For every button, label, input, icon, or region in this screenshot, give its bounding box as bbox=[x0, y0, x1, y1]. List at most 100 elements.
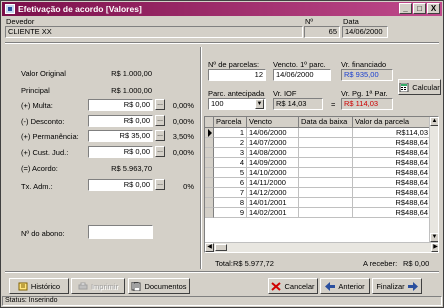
cancelar-button[interactable]: Cancelar bbox=[268, 278, 318, 294]
minimize-button[interactable]: _ bbox=[399, 3, 412, 14]
title-bar[interactable]: Efetivação de acordo [Valores] _ □ X bbox=[2, 2, 442, 16]
finalizar-button[interactable]: Finalizar bbox=[372, 278, 422, 294]
multa-ellipsis-button[interactable]: ... bbox=[155, 99, 165, 110]
grid-indicator-header bbox=[205, 117, 214, 128]
app-icon bbox=[5, 4, 15, 14]
permanencia-ellipsis-button[interactable]: ... bbox=[155, 130, 165, 141]
row-indicator bbox=[205, 158, 214, 168]
vencimento-field[interactable]: 14/06/2000 bbox=[273, 69, 331, 81]
table-row[interactable]: 8 14/01/2001 R$488,64 bbox=[205, 198, 437, 208]
scroll-thumb[interactable] bbox=[215, 244, 227, 251]
cell-parcela: 3 bbox=[214, 148, 247, 158]
table-row[interactable]: 4 14/09/2000 R$488,64 bbox=[205, 158, 437, 168]
permanencia-label: (+) Permanência: bbox=[21, 132, 79, 141]
maximize-button[interactable]: □ bbox=[413, 3, 426, 14]
cell-valor: R$114,03 bbox=[353, 128, 431, 138]
grid-header-vencto[interactable]: Vencto bbox=[247, 117, 299, 128]
historico-button[interactable]: Histórico bbox=[9, 278, 69, 294]
cell-vencto: 14/01/2001 bbox=[247, 198, 299, 208]
current-row-indicator-icon bbox=[205, 128, 214, 138]
txadm-field[interactable]: R$ 0,00 bbox=[88, 179, 153, 191]
permanencia-field[interactable]: R$ 35,00 bbox=[88, 130, 153, 142]
calculator-icon bbox=[399, 82, 409, 92]
cell-valor: R$488,64 bbox=[353, 208, 431, 218]
antecipada-dropdown-icon[interactable]: ▼ bbox=[255, 99, 264, 109]
numero-field: 65 bbox=[304, 26, 340, 38]
table-row[interactable]: 3 14/08/2000 R$488,64 bbox=[205, 148, 437, 158]
anterior-button[interactable]: Anterior bbox=[320, 278, 370, 294]
acordo-label: (=) Acordo: bbox=[21, 164, 58, 173]
table-row[interactable]: 2 14/07/2000 R$488,64 bbox=[205, 138, 437, 148]
grid-header-baixa[interactable]: Data da baixa bbox=[299, 117, 353, 128]
cell-vencto: 14/02/2001 bbox=[247, 208, 299, 218]
custjud-field[interactable]: R$ 0,00 bbox=[88, 146, 153, 158]
scroll-right-icon[interactable]: ▶ bbox=[431, 243, 438, 252]
data-label: Data bbox=[343, 17, 359, 26]
row-indicator bbox=[205, 198, 214, 208]
multa-field[interactable]: R$ 0,00 bbox=[88, 99, 153, 111]
scroll-up-icon[interactable]: ▲ bbox=[430, 117, 438, 126]
table-row[interactable]: 1 14/06/2000 R$114,03 bbox=[205, 128, 437, 138]
cell-parcela: 5 bbox=[214, 168, 247, 178]
financiado-label: Vr. financiado bbox=[341, 60, 387, 69]
documents-icon bbox=[131, 281, 141, 291]
receber-label: A receber: bbox=[363, 259, 398, 268]
imprimir-label: Imprimir bbox=[90, 281, 119, 291]
calcular-button[interactable]: Calcular bbox=[398, 79, 441, 95]
abono-field[interactable] bbox=[88, 225, 153, 239]
close-button[interactable]: X bbox=[427, 3, 440, 14]
scroll-down-icon[interactable]: ▼ bbox=[430, 233, 438, 242]
grid-horizontal-scrollbar[interactable]: ◀ ▶ bbox=[205, 242, 438, 252]
row-indicator bbox=[205, 208, 214, 218]
custjud-label: (+) Cust. Jud.: bbox=[21, 148, 69, 157]
cell-baixa bbox=[299, 168, 353, 178]
cell-parcela: 8 bbox=[214, 198, 247, 208]
table-row[interactable]: 7 14/12/2000 R$488,64 bbox=[205, 188, 437, 198]
imprimir-button[interactable]: Imprimir bbox=[71, 278, 125, 294]
historico-label: Histórico bbox=[30, 281, 61, 291]
grid-header-valor[interactable]: Valor da parcela bbox=[353, 117, 431, 128]
txadm-label: Tx. Adm.: bbox=[21, 182, 53, 191]
row-indicator bbox=[205, 188, 214, 198]
cell-parcela: 1 bbox=[214, 128, 247, 138]
num-parcelas-field[interactable]: 12 bbox=[208, 69, 266, 81]
total-value: R$ 5.977,72 bbox=[233, 259, 274, 268]
table-row[interactable]: 9 14/02/2001 R$488,64 bbox=[205, 208, 437, 218]
desconto-ellipsis-button[interactable]: ... bbox=[155, 115, 165, 126]
iof-label: Vr. IOF bbox=[273, 89, 297, 98]
custjud-ellipsis-button[interactable]: ... bbox=[155, 146, 165, 157]
scroll-left-icon[interactable]: ◀ bbox=[205, 243, 214, 252]
numero-label: Nº bbox=[305, 17, 314, 26]
table-row[interactable]: 6 14/11/2000 R$488,64 bbox=[205, 178, 437, 188]
cell-parcela: 2 bbox=[214, 138, 247, 148]
arrow-right-icon bbox=[407, 281, 418, 291]
vrpg-label: Vr. Pg. 1ª Par. bbox=[341, 89, 388, 98]
cell-valor: R$488,64 bbox=[353, 138, 431, 148]
desconto-field[interactable]: R$ 0,00 bbox=[88, 115, 153, 127]
cell-parcela: 4 bbox=[214, 158, 247, 168]
cell-baixa bbox=[299, 128, 353, 138]
cancel-x-icon bbox=[271, 281, 282, 291]
printer-icon bbox=[78, 282, 88, 291]
txadm-pct: 0% bbox=[183, 182, 194, 191]
row-indicator bbox=[205, 178, 214, 188]
cell-vencto: 14/12/2000 bbox=[247, 188, 299, 198]
main-window: Efetivação de acordo [Valores] _ □ X Dev… bbox=[0, 0, 444, 308]
header-divider bbox=[5, 42, 439, 44]
documentos-button[interactable]: Documentos bbox=[128, 278, 190, 294]
txadm-ellipsis-button[interactable]: ... bbox=[155, 179, 165, 190]
row-indicator bbox=[205, 148, 214, 158]
vencimento-label: Vencto. 1º parc. bbox=[273, 60, 326, 69]
grid-header-parcela[interactable]: Parcela bbox=[214, 117, 247, 128]
cell-baixa bbox=[299, 198, 353, 208]
devedor-field: CLIENTE XX bbox=[5, 26, 303, 38]
financiado-field: R$ 935,00 bbox=[341, 69, 393, 81]
multa-pct: 0,00% bbox=[172, 101, 194, 110]
history-icon bbox=[18, 282, 28, 291]
cell-valor: R$488,64 bbox=[353, 188, 431, 198]
table-row[interactable]: 5 14/10/2000 R$488,64 bbox=[205, 168, 437, 178]
valor-original-label: Valor Original bbox=[21, 69, 66, 78]
iof-field: R$ 14,03 bbox=[273, 98, 323, 110]
parcelas-grid[interactable]: Parcela Vencto Data da baixa Valor da pa… bbox=[204, 116, 439, 253]
grid-vertical-scrollbar[interactable]: ▲ ▼ bbox=[429, 117, 438, 242]
